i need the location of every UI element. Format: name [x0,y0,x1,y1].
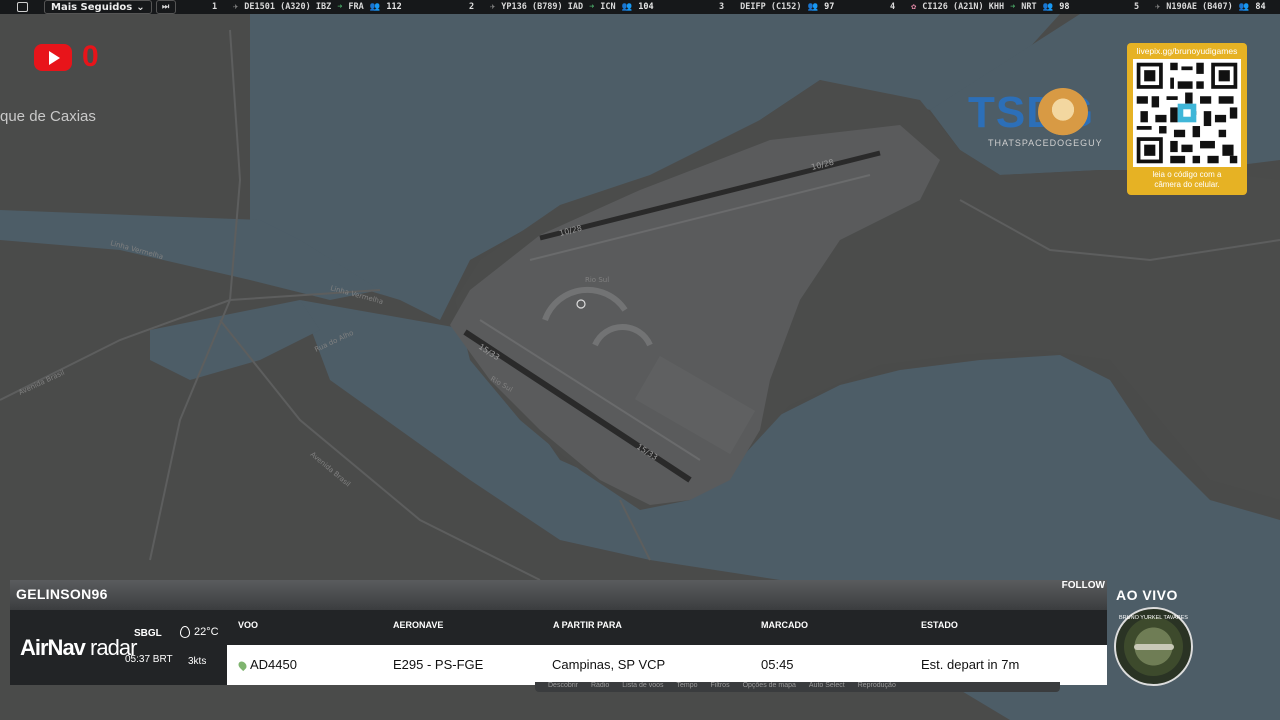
wind-speed: 3kts [188,656,207,667]
qr-note-line: leia o código com a [1152,170,1222,179]
aircraft-cell: E295 - PS-FGE [393,657,484,672]
follower-strip: GELINSON96 FOLLOW [10,580,1107,610]
ticker-rank: 5 [1134,2,1140,12]
col-header-aircraft: AERONAVE [393,620,444,630]
menu-item-weather[interactable]: Tempo [664,682,698,692]
qr-note-line: câmera do celular. [1154,180,1220,189]
airplane-icon: ✈ [233,2,239,12]
tsdg-logo: TSDG THATSPACEDOGEGUY [968,88,1123,156]
live-label: AO VIVO [1116,587,1178,603]
menu-item-radio[interactable]: Rádio [578,682,609,692]
weather-temp: 22°C [180,626,219,638]
bottom-menu: Descobrir Rádio Lista de voos Tempo Filt… [535,682,1060,692]
ticker-item[interactable]: 1 ✈ DE1501 (A320) IBZ ➜ FRA 👥 112 [212,0,402,14]
tsdg-subtitle: THATSPACEDOGEGUY [988,138,1103,148]
ticker-flight: N190AE (B407) [1166,2,1233,12]
top-ticker-bar: Mais Seguidos ⌄ ⏭ 1 ✈ DE1501 (A320) IBZ … [0,0,1280,14]
ticker-dest: FRA [348,2,364,12]
temperature-value: 22°C [194,626,219,638]
menu-item-discover[interactable]: Descobrir [535,682,578,692]
ticker-rank: 1 [212,2,218,12]
channel-badge: BRUNO YURKEL TAVARES [1114,607,1193,686]
local-time: 05:37 BRT [125,654,173,665]
ticker-item[interactable]: 5 ✈ N190AE (B407) 👥 84 [1134,0,1266,14]
chevron-down-icon: ⌄ [136,1,145,13]
people-icon: 👥 [621,2,633,12]
youtube-icon [34,44,72,71]
people-icon: 👥 [807,2,819,12]
status-cell: Est. depart in 7m [921,657,1020,672]
ticker-count: 112 [386,2,402,12]
flight-cell: AD4450 [236,657,297,672]
ticker-count: 97 [824,2,835,12]
people-icon: 👥 [1042,2,1054,12]
flight-number: AD4450 [250,657,297,672]
ticker-item[interactable]: 2 ✈ YP136 (B789) IAD ➜ ICN 👥 104 [469,0,654,14]
airplane-icon: ✈ [490,2,496,12]
qr-url: livepix.gg/brunoyudigames [1136,46,1238,56]
ticker-dest: ICN [600,2,616,12]
ticker-flight: CI126 (A21N) KHH [922,2,1005,12]
menu-item-flight-list[interactable]: Lista de voos [609,682,663,692]
ticker-rank: 2 [469,2,475,12]
arrow-right-icon: ➜ [1010,2,1016,12]
airnav-logo: AirNav radar [20,635,137,661]
airplane-icon: ✈ [1155,2,1161,12]
scheduled-cell: 05:45 [761,657,794,672]
ticker-count: 98 [1059,2,1070,12]
ticker-flight: DE1501 (A320) IBZ [244,2,332,12]
menu-item-playback[interactable]: Reprodução [845,682,896,692]
doge-icon [1038,88,1088,136]
col-header-scheduled: MARCADO [761,620,808,630]
col-header-flight: VOO [238,620,259,630]
follow-label[interactable]: FOLLOW [1062,580,1105,591]
ticker-rank: 3 [719,2,725,12]
ticker-flight: DEIFP (C152) [740,2,802,12]
menu-item-map-options[interactable]: Opções de mapa [730,682,796,692]
following-select[interactable]: Mais Seguidos ⌄ [44,0,152,14]
street-label: Rio Sul [585,276,609,284]
ticker-dest: NRT [1021,2,1037,12]
arrow-right-icon: ➜ [337,2,343,12]
place-label: que de Caxias [0,108,96,125]
qr-code-icon [1133,59,1241,167]
arrow-right-icon: ➜ [589,2,595,12]
follower-name: GELINSON96 [16,586,108,602]
youtube-counter: 0 [82,40,99,73]
people-icon: 👥 [1238,2,1250,12]
airline-logo-icon: ✿ [911,2,917,12]
ticker-item[interactable]: 3 DEIFP (C152) 👥 97 [719,0,834,14]
flight-row[interactable]: AD4450 E295 - PS-FGE Campinas, SP VCP 05… [227,645,1107,685]
menu-item-auto-select[interactable]: Auto Select [796,682,845,692]
menu-item-filters[interactable]: Filtros [698,682,730,692]
weather-icon [180,626,190,638]
qr-note: leia o código com a câmera do celular. [1127,170,1247,190]
airline-logo-icon [236,659,249,672]
airplane-icon [1134,644,1174,650]
route-cell: Campinas, SP VCP [552,657,666,672]
ticker-rank: 4 [890,2,896,12]
airnav-logo-a: AirNav [20,635,86,660]
col-header-route: A PARTIR PARA [553,620,622,630]
airport-code: SBGL [134,628,162,639]
skip-icon[interactable]: ⏭ [155,0,176,14]
qr-card: livepix.gg/brunoyudigames leia o código … [1127,43,1247,195]
col-header-status: ESTADO [921,620,958,630]
people-icon: 👥 [369,2,381,12]
badge-text: BRUNO YURKEL TAVARES [1119,615,1188,621]
following-select-label: Mais Seguidos [51,1,133,13]
ticker-count: 84 [1255,2,1266,12]
app-stage: 10/28 10/28 15/33 15/33 Linha Vermelha L… [0,0,1280,720]
flight-info-panel: AirNav radar SBGL 05:37 BRT 22°C 3kts VO… [10,610,1107,685]
ticker-count: 104 [638,2,654,12]
ticker-item[interactable]: 4 ✿ CI126 (A21N) KHH ➜ NRT 👥 98 [890,0,1069,14]
window-icon[interactable] [12,0,32,14]
ticker-flight: YP136 (B789) IAD [501,2,584,12]
